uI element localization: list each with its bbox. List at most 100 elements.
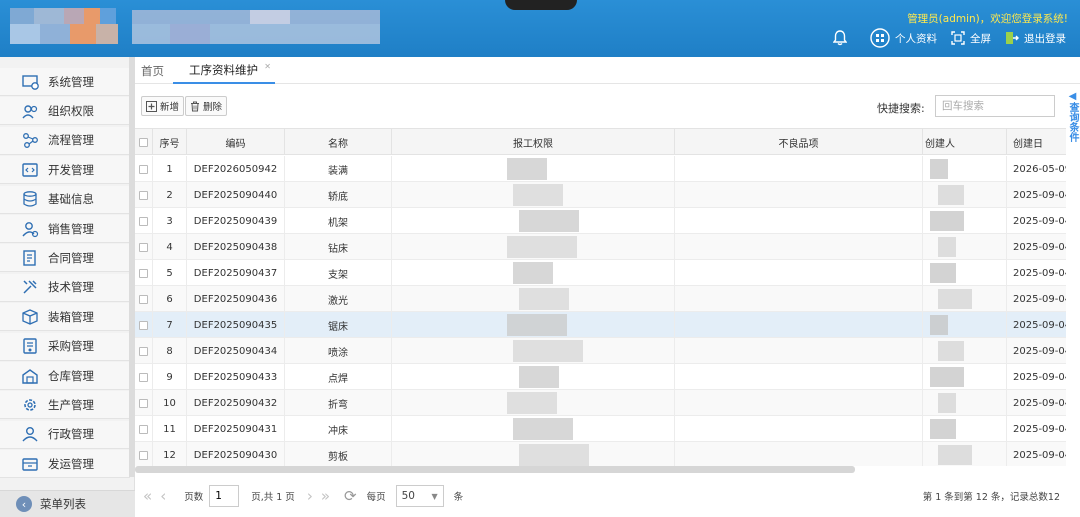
data-grid: 序号 编码 名称 报工权限 不良品项 创建人 创建日 1 DEF202605094… bbox=[135, 128, 1066, 466]
row-checkbox[interactable] bbox=[135, 390, 153, 416]
row-checkbox[interactable] bbox=[135, 208, 153, 234]
col-header-created-date[interactable]: 创建日 bbox=[1007, 129, 1066, 155]
sidebar-item[interactable]: 开发管理 bbox=[0, 156, 130, 185]
row-checkbox[interactable] bbox=[135, 416, 153, 442]
refresh-icon[interactable]: ⟳ bbox=[344, 487, 357, 505]
row-checkbox[interactable] bbox=[135, 182, 153, 208]
query-conditions-toggle[interactable]: ◀查询条件 bbox=[1066, 86, 1080, 146]
table-row[interactable]: 11 DEF2025090431 冲床 2025-09-04 bbox=[135, 416, 1066, 442]
row-checkbox[interactable] bbox=[135, 260, 153, 286]
row-checkbox[interactable] bbox=[135, 286, 153, 312]
redacted-creator bbox=[930, 315, 948, 335]
select-all-checkbox[interactable] bbox=[135, 129, 153, 155]
sidebar-item[interactable]: 发运管理 bbox=[0, 450, 130, 479]
add-button[interactable]: 新增 bbox=[141, 96, 185, 116]
sidebar-item[interactable]: 行政管理 bbox=[0, 420, 130, 449]
sidebar-item-label: 发运管理 bbox=[48, 456, 94, 471]
row-checkbox[interactable] bbox=[135, 338, 153, 364]
contract-icon bbox=[20, 248, 40, 268]
per-page-select[interactable]: 50 ▼ bbox=[395, 485, 444, 507]
tab-process-data-label: 工序资料维护 bbox=[189, 62, 258, 77]
redacted-creator bbox=[938, 289, 972, 309]
profile-button[interactable]: 个人资料 bbox=[870, 28, 937, 48]
sidebar-item[interactable]: 基础信息 bbox=[0, 185, 130, 214]
welcome-text: 管理员(admin)，欢迎您登录系统! bbox=[907, 13, 1068, 25]
fullscreen-button[interactable]: 全屏 bbox=[951, 31, 991, 46]
cell-date: 2025-09-04 bbox=[1007, 442, 1066, 466]
warehouse-icon bbox=[20, 366, 40, 386]
last-page-icon[interactable]: » bbox=[321, 487, 330, 505]
cell-defect bbox=[675, 182, 923, 208]
table-row[interactable]: 12 DEF2025090430 剪板 2025-09-04 bbox=[135, 442, 1066, 466]
col-header-code[interactable]: 编码 bbox=[187, 129, 285, 155]
sidebar-item[interactable]: 销售管理 bbox=[0, 215, 130, 243]
col-header-name[interactable]: 名称 bbox=[285, 129, 392, 155]
cell-no: 8 bbox=[153, 338, 187, 364]
table-row[interactable]: 5 DEF2025090437 支架 2025-09-04 bbox=[135, 260, 1066, 286]
sidebar-item-label: 销售管理 bbox=[48, 221, 94, 236]
col-header-no[interactable]: 序号 bbox=[153, 129, 187, 155]
row-checkbox[interactable] bbox=[135, 364, 153, 390]
monitor-gear-icon bbox=[20, 72, 40, 92]
sidebar-item[interactable]: 采购管理 bbox=[0, 332, 130, 361]
sidebar-item-label: 采购管理 bbox=[48, 339, 94, 354]
cell-name: 支架 bbox=[285, 260, 392, 286]
table-row[interactable]: 6 DEF2025090436 激光 2025-09-04 bbox=[135, 286, 1066, 312]
menu-list-toggle[interactable]: ‹ 菜单列表 bbox=[0, 490, 135, 517]
redacted-creator bbox=[930, 367, 964, 387]
tab-home[interactable]: 首页 bbox=[141, 57, 171, 84]
cell-no: 3 bbox=[153, 208, 187, 234]
logout-button[interactable]: 退出登录 bbox=[1005, 31, 1066, 46]
redacted-creator bbox=[930, 159, 948, 179]
cell-name: 折弯 bbox=[285, 390, 392, 416]
table-row[interactable]: 8 DEF2025090434 喷涂 2025-09-04 bbox=[135, 338, 1066, 364]
row-checkbox[interactable] bbox=[135, 312, 153, 338]
cell-no: 10 bbox=[153, 390, 187, 416]
col-header-report-permission[interactable]: 报工权限 bbox=[392, 129, 675, 155]
quick-search-input[interactable] bbox=[935, 95, 1055, 117]
sidebar-item[interactable]: 系统管理 bbox=[0, 68, 130, 96]
page-number-input[interactable] bbox=[209, 485, 240, 507]
table-row[interactable]: 4 DEF2025090438 钻床 2025-09-04 bbox=[135, 234, 1066, 260]
cell-date: 2025-09-04 bbox=[1007, 286, 1066, 312]
table-row[interactable]: 10 DEF2025090432 折弯 2025-09-04 bbox=[135, 390, 1066, 416]
row-checkbox[interactable] bbox=[135, 442, 153, 466]
sidebar-item-label: 组织权限 bbox=[48, 103, 94, 118]
sidebar-item[interactable]: 技术管理 bbox=[0, 273, 130, 302]
sidebar-item[interactable]: 流程管理 bbox=[0, 126, 130, 155]
cell-defect bbox=[675, 208, 923, 234]
cell-no: 1 bbox=[153, 156, 187, 182]
delete-button[interactable]: 删除 bbox=[185, 96, 228, 116]
per-page-unit: 条 bbox=[453, 492, 464, 503]
col-header-defect-items[interactable]: 不良品项 bbox=[675, 129, 923, 155]
cell-name: 钻床 bbox=[285, 234, 392, 260]
first-page-icon[interactable]: « bbox=[143, 487, 152, 505]
col-header-creator[interactable]: 创建人 bbox=[923, 129, 1007, 155]
cell-defect bbox=[675, 442, 923, 466]
sidebar-item[interactable]: 装箱管理 bbox=[0, 303, 130, 332]
cell-creator bbox=[923, 338, 1007, 364]
cell-code: DEF2025090432 bbox=[187, 390, 285, 416]
sidebar-item[interactable]: 仓库管理 bbox=[0, 362, 130, 390]
horizontal-scrollbar[interactable] bbox=[135, 466, 855, 473]
tab-close-icon[interactable]: ✕ bbox=[264, 62, 271, 71]
row-checkbox[interactable] bbox=[135, 234, 153, 260]
row-checkbox[interactable] bbox=[135, 156, 153, 182]
flow-icon bbox=[20, 130, 40, 150]
notification-button[interactable] bbox=[833, 30, 852, 46]
table-row[interactable]: 9 DEF2025090433 点焊 2025-09-04 bbox=[135, 364, 1066, 390]
sidebar-item[interactable]: 合同管理 bbox=[0, 244, 130, 273]
cell-no: 6 bbox=[153, 286, 187, 312]
sidebar-item[interactable]: 组织权限 bbox=[0, 97, 130, 126]
cell-name: 锯床 bbox=[285, 312, 392, 338]
sidebar-item[interactable]: 生产管理 bbox=[0, 391, 130, 420]
next-page-icon[interactable]: › bbox=[307, 487, 313, 505]
per-page-value: 50 bbox=[401, 490, 415, 502]
prev-page-icon[interactable]: ‹ bbox=[160, 487, 166, 505]
redacted-creator bbox=[938, 185, 964, 205]
table-row[interactable]: 7 DEF2025090435 锯床 2025-09-04 bbox=[135, 312, 1066, 338]
tab-process-data[interactable]: 工序资料维护 ✕ bbox=[173, 57, 275, 84]
table-row[interactable]: 1 DEF2026050942 装满 2026-05-09 bbox=[135, 156, 1066, 182]
table-row[interactable]: 2 DEF2025090440 轿底 2025-09-04 bbox=[135, 182, 1066, 208]
table-row[interactable]: 3 DEF2025090439 机架 2025-09-04 bbox=[135, 208, 1066, 234]
